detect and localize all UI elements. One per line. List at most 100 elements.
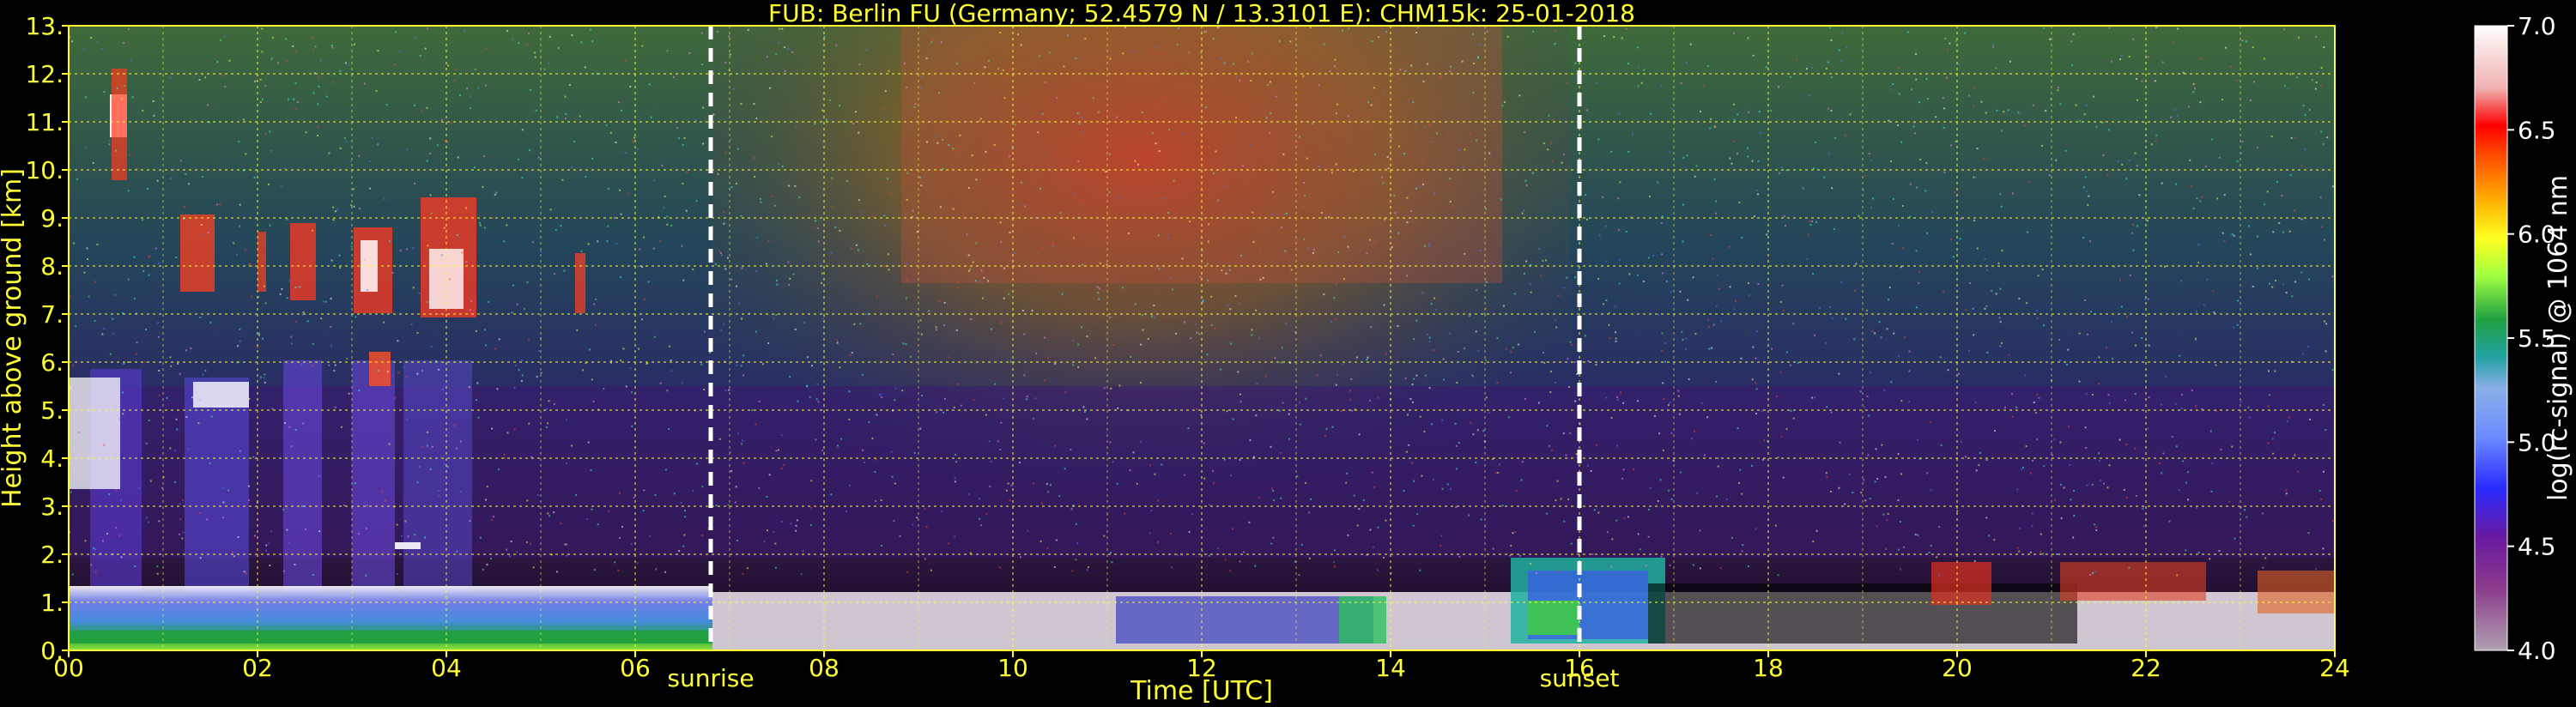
- noise-speck: [1406, 221, 1409, 224]
- noise-speck: [276, 62, 279, 64]
- noise-speck: [1708, 347, 1711, 350]
- noise-speck: [1270, 112, 1272, 115]
- noise-speck: [1985, 517, 1988, 519]
- noise-speck: [1757, 282, 1760, 285]
- noise-speck: [493, 516, 494, 518]
- noise-speck: [1072, 364, 1075, 366]
- noise-speck: [330, 297, 332, 299]
- noise-speck: [513, 386, 516, 389]
- noise-speck: [955, 329, 958, 332]
- noise-speck: [1897, 499, 1900, 502]
- noise-speck: [1347, 534, 1349, 536]
- noise-speck: [1908, 401, 1911, 403]
- noise-speck: [919, 319, 922, 322]
- noise-speck: [2121, 163, 2124, 166]
- noise-speck: [115, 489, 118, 492]
- noise-speck: [666, 390, 669, 392]
- noise-speck: [1266, 84, 1269, 87]
- noise-speck: [2177, 27, 2179, 30]
- noise-speck: [883, 215, 886, 217]
- noise-speck: [2085, 104, 2088, 106]
- noise-speck: [1075, 559, 1077, 561]
- noise-speck: [1047, 357, 1049, 360]
- noise-speck: [2180, 280, 2183, 282]
- noise-speck: [1747, 147, 1749, 149]
- noise-speck: [1003, 267, 1006, 269]
- noise-speck: [265, 544, 268, 547]
- noise-speck: [1103, 535, 1106, 537]
- noise-speck: [1196, 45, 1198, 47]
- noise-speck: [1366, 359, 1368, 360]
- noise-speck: [1480, 518, 1482, 521]
- noise-speck: [264, 302, 267, 305]
- noise-speck: [980, 269, 983, 272]
- noise-speck: [224, 35, 227, 38]
- noise-speck: [1002, 397, 1004, 400]
- noise-speck: [1957, 63, 1960, 66]
- noise-speck: [591, 158, 594, 160]
- noise-speck: [1567, 358, 1569, 360]
- noise-speck: [1886, 519, 1888, 522]
- noise-speck: [1385, 519, 1387, 522]
- noise-speck: [1695, 165, 1698, 167]
- noise-speck: [1545, 512, 1548, 515]
- noise-speck: [930, 41, 933, 44]
- noise-speck: [2257, 235, 2258, 238]
- noise-speck: [622, 347, 625, 350]
- noise-speck: [1449, 178, 1452, 180]
- noise-speck: [1623, 517, 1626, 519]
- noise-speck: [1207, 240, 1209, 243]
- noise-speck: [330, 344, 332, 347]
- noise-speck: [803, 322, 805, 323]
- noise-speck: [906, 297, 908, 299]
- noise-speck: [2082, 237, 2085, 239]
- noise-speck: [397, 340, 399, 342]
- noise-speck: [948, 144, 950, 146]
- noise-speck: [1398, 145, 1401, 148]
- noise-speck: [658, 240, 661, 243]
- noise-speck: [367, 289, 369, 292]
- noise-speck: [618, 492, 621, 494]
- noise-speck: [1306, 157, 1308, 160]
- noise-speck: [926, 141, 928, 143]
- noise-speck: [1864, 406, 1866, 408]
- noise-speck: [1199, 51, 1202, 54]
- noise-speck: [1191, 513, 1193, 516]
- noise-speck: [174, 480, 177, 483]
- noise-speck: [1081, 326, 1082, 329]
- noise-speck: [849, 354, 852, 356]
- noise-speck: [1172, 288, 1173, 291]
- noise-speck: [670, 360, 672, 361]
- noise-speck: [233, 242, 235, 245]
- noise-speck: [455, 447, 458, 450]
- noise-speck: [1494, 472, 1497, 474]
- noise-speck: [86, 247, 88, 250]
- noise-speck: [1034, 397, 1037, 400]
- noise-speck: [261, 98, 264, 100]
- noise-speck: [1593, 509, 1596, 511]
- noise-speck: [1682, 156, 1685, 159]
- noise-speck: [179, 533, 180, 535]
- noise-speck: [735, 486, 737, 488]
- noise-speck: [1984, 258, 1986, 260]
- noise-speck: [1866, 395, 1869, 397]
- noise-speck: [242, 118, 245, 121]
- noise-speck: [1141, 112, 1143, 113]
- noise-speck: [1411, 401, 1414, 403]
- noise-speck: [1249, 439, 1252, 442]
- noise-speck: [410, 323, 413, 325]
- noise-speck: [357, 533, 360, 535]
- noise-speck: [1518, 343, 1520, 346]
- noise-speck: [1343, 235, 1346, 238]
- noise-speck: [597, 523, 599, 526]
- noise-speck: [1930, 489, 1932, 492]
- noise-speck: [609, 131, 612, 134]
- noise-speck: [426, 444, 428, 447]
- noise-speck: [2087, 203, 2089, 206]
- noise-speck: [294, 82, 297, 84]
- noise-speck: [1271, 213, 1274, 215]
- noise-speck: [377, 369, 379, 372]
- noise-speck: [1844, 503, 1846, 505]
- noise-speck: [2197, 262, 2200, 264]
- noise-speck: [103, 328, 106, 329]
